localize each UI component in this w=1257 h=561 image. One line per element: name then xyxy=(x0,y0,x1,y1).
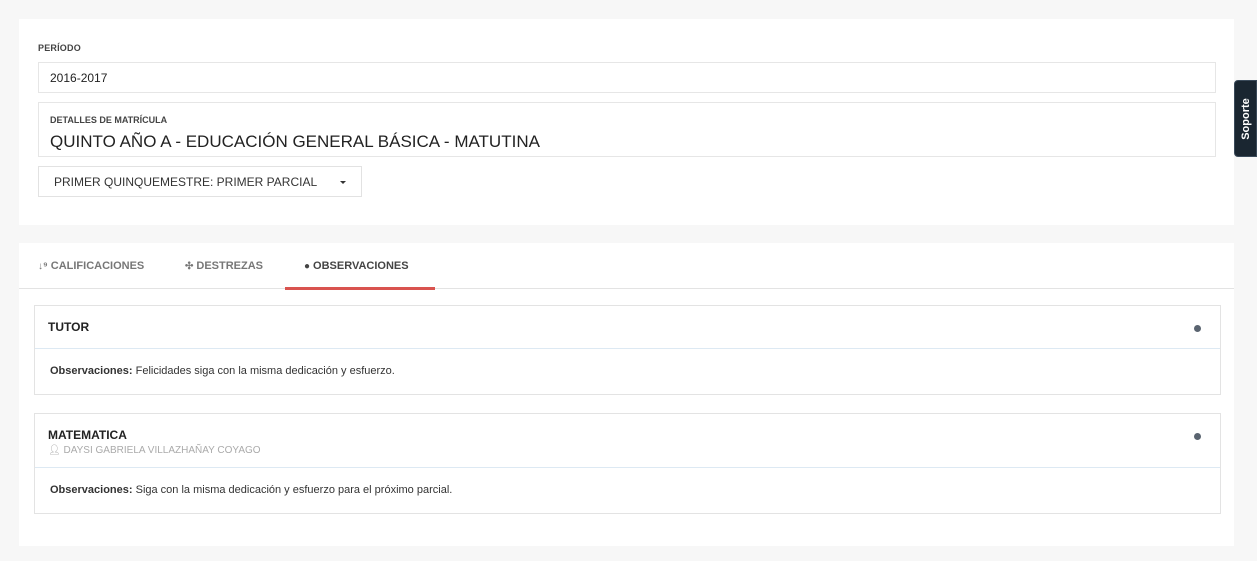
observaciones-label: Observaciones: xyxy=(50,484,133,496)
periodo-field: 2016-2017 xyxy=(38,62,1216,93)
puzzle-icon: ✣ xyxy=(185,261,194,272)
support-tab[interactable]: Soporte xyxy=(1234,80,1257,157)
grades-panel: ↓⁹ CALIFICACIONES ✣ DESTREZAS ● OBSERVACION… xyxy=(19,243,1234,546)
observaciones-text: Siga con la misma dedicación y esfuerzo … xyxy=(135,484,453,496)
periodo-label: PERÍODO xyxy=(38,43,81,53)
matricula-label: DETALLES DE MATRÍCULA xyxy=(50,115,168,125)
observation-card-tutor: TUTOR Observaciones: Felicidades siga co… xyxy=(34,305,1221,395)
tab-destrezas-label: DESTREZAS xyxy=(196,260,264,272)
caret-down-icon xyxy=(340,181,346,184)
comments-icon: ● xyxy=(304,261,311,272)
observation-card-matematica: MATEMATICA 👤︎ DAYSI GABRIELA VILLAZHAÑAY… xyxy=(34,413,1221,514)
observaciones-label: Observaciones: xyxy=(50,365,133,377)
sort-numeric-icon: ↓⁹ xyxy=(38,261,48,272)
card-body: Observaciones: Siga con la misma dedicac… xyxy=(35,468,1220,514)
card-header: TUTOR xyxy=(35,306,1220,349)
matricula-details: DETALLES DE MATRÍCULA QUINTO AÑO A - EDU… xyxy=(38,102,1216,157)
parcial-dropdown-label: PRIMER QUINQUEMESTRE: PRIMER PARCIAL xyxy=(54,175,318,189)
tab-observaciones[interactable]: ● OBSERVACIONES xyxy=(304,260,409,272)
card-header: MATEMATICA 👤︎ DAYSI GABRIELA VILLAZHAÑAY… xyxy=(35,414,1220,468)
matricula-value: QUINTO AÑO A - EDUCACIÓN GENERAL BÁSICA … xyxy=(50,132,540,151)
card-toggle-dot[interactable] xyxy=(1194,325,1201,332)
card-toggle-dot[interactable] xyxy=(1194,433,1201,440)
card-title: TUTOR xyxy=(48,320,90,334)
tab-calificaciones[interactable]: ↓⁹ CALIFICACIONES xyxy=(38,260,144,272)
tab-bar: ↓⁹ CALIFICACIONES ✣ DESTREZAS ● OBSERVACION… xyxy=(19,243,1234,290)
card-title: MATEMATICA xyxy=(48,428,127,442)
enrollment-panel: PERÍODO 2016-2017 DETALLES DE MATRÍCULA … xyxy=(19,19,1234,225)
parcial-dropdown-button[interactable]: PRIMER QUINQUEMESTRE: PRIMER PARCIAL xyxy=(38,166,362,197)
teacher-name: 👤︎ DAYSI GABRIELA VILLAZHAÑAY COYAGO xyxy=(48,445,261,456)
card-body: Observaciones: Felicidades siga con la m… xyxy=(35,349,1220,395)
tab-calificaciones-label: CALIFICACIONES xyxy=(50,260,145,272)
teacher-name-text: DAYSI GABRIELA VILLAZHAÑAY COYAGO xyxy=(63,445,261,456)
tab-observaciones-label: OBSERVACIONES xyxy=(313,260,409,272)
user-icon: 👤︎ xyxy=(48,445,61,456)
periodo-value: 2016-2017 xyxy=(50,71,108,85)
tab-destrezas[interactable]: ✣ DESTREZAS xyxy=(185,260,263,272)
active-tab-indicator xyxy=(285,287,435,290)
support-label: Soporte xyxy=(1239,97,1252,140)
observaciones-text: Felicidades siga con la misma dedicación… xyxy=(135,365,395,377)
